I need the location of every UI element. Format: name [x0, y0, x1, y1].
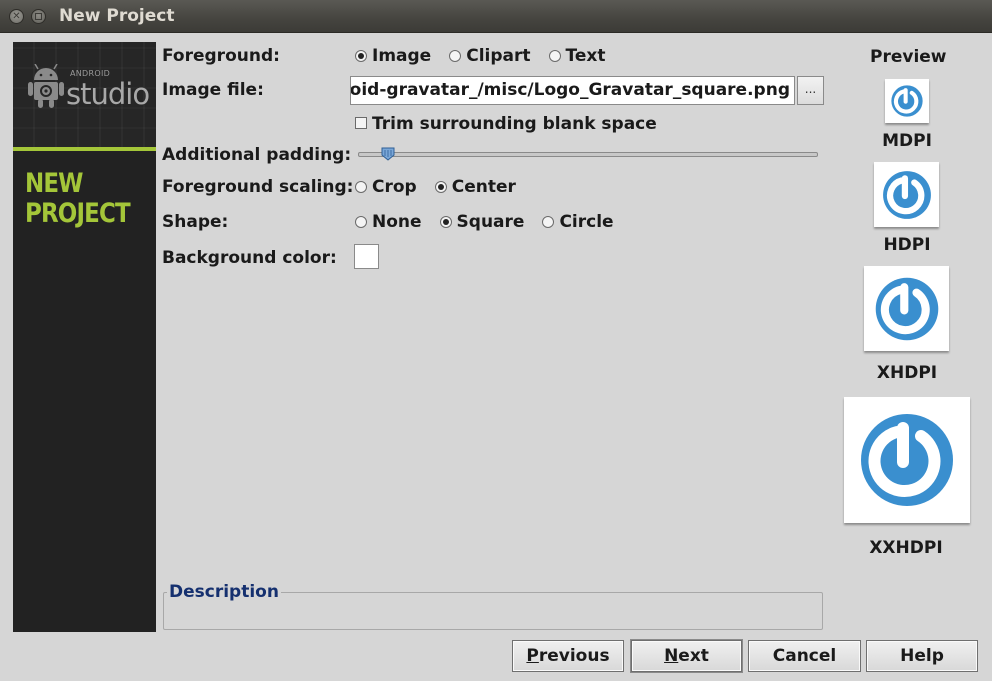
maximize-icon: [35, 13, 42, 20]
radio-icon: [449, 50, 462, 62]
additional-padding-label: Additional padding:: [162, 145, 352, 165]
radio-icon: [355, 216, 367, 228]
foreground-option-image[interactable]: Image: [355, 46, 431, 66]
shape-option-circle[interactable]: Circle: [542, 212, 614, 232]
image-file-label: Image file:: [162, 80, 264, 100]
cancel-button[interactable]: Cancel: [748, 640, 861, 672]
preview-xxhdpi-label: XXHDPI: [869, 538, 943, 558]
window-title: New Project: [59, 6, 175, 26]
trim-label: Trim surrounding blank space: [372, 114, 657, 134]
gravatar-icon: [882, 170, 931, 219]
shape-label: Shape:: [162, 212, 229, 232]
scaling-option-crop[interactable]: Crop: [355, 177, 417, 197]
description-legend: Description: [167, 582, 281, 602]
radio-selected-icon: [434, 181, 447, 193]
wizard-banner: ANDROID studio NEW PROJECT: [13, 42, 156, 632]
shape-option-square[interactable]: Square: [439, 212, 524, 232]
gravatar-icon: [861, 414, 953, 506]
preview-hdpi-image: [874, 162, 939, 227]
maximize-window-button[interactable]: [31, 9, 46, 24]
previous-button[interactable]: Previous: [512, 640, 624, 672]
radio-selected-icon: [355, 50, 367, 62]
radio-icon: [542, 216, 555, 228]
gravatar-icon: [875, 277, 938, 340]
scaling-option-center[interactable]: Center: [434, 177, 516, 197]
title-bar: ✕ New Project: [0, 0, 992, 33]
preview-xhdpi-image: [864, 266, 949, 351]
close-icon: ✕: [12, 10, 21, 22]
trim-checkbox[interactable]: [355, 117, 367, 129]
banner-accent-line: [13, 147, 156, 151]
image-file-input[interactable]: roid-gravatar_/misc/Logo_Gravatar_square…: [350, 76, 795, 105]
close-window-button[interactable]: ✕: [9, 9, 24, 24]
banner-heading-line1: NEW: [25, 168, 84, 199]
browse-button[interactable]: ...: [797, 76, 824, 105]
preview-mdpi-label: MDPI: [882, 131, 932, 151]
foreground-label: Foreground:: [162, 46, 280, 66]
background-color-swatch[interactable]: [354, 244, 379, 269]
foreground-scaling-label: Foreground scaling:: [162, 177, 354, 197]
radio-selected-icon: [439, 216, 452, 228]
foreground-option-text[interactable]: Text: [548, 46, 605, 66]
help-button[interactable]: Help: [866, 640, 978, 672]
shape-option-none[interactable]: None: [355, 212, 422, 232]
background-color-label: Background color:: [162, 248, 337, 268]
next-button[interactable]: Next: [631, 640, 742, 672]
android-robot-icon: [28, 64, 64, 108]
gravatar-icon: [891, 85, 923, 117]
radio-icon: [355, 181, 367, 193]
padding-slider-track[interactable]: [358, 152, 818, 157]
new-project-dialog: ANDROID studio NEW PROJECT Foreground: I…: [0, 33, 992, 681]
preview-mdpi-image: [885, 79, 929, 123]
banner-header: ANDROID studio: [13, 42, 156, 147]
preview-xxhdpi-image: [844, 397, 970, 523]
preview-title: Preview: [870, 47, 947, 67]
padding-slider-thumb[interactable]: [381, 147, 395, 161]
banner-studio-text: studio: [66, 77, 150, 111]
banner-heading: NEW PROJECT: [25, 169, 131, 229]
preview-xhdpi-label: XHDPI: [876, 363, 938, 383]
shape-radio-group: None Square Circle: [355, 212, 632, 232]
radio-icon: [548, 50, 561, 62]
banner-heading-line2: PROJECT: [25, 198, 131, 229]
preview-hdpi-label: HDPI: [883, 235, 931, 255]
foreground-option-clipart[interactable]: Clipart: [449, 46, 531, 66]
foreground-radio-group: Image Clipart Text: [355, 46, 623, 66]
scaling-radio-group: Crop Center: [355, 177, 534, 197]
